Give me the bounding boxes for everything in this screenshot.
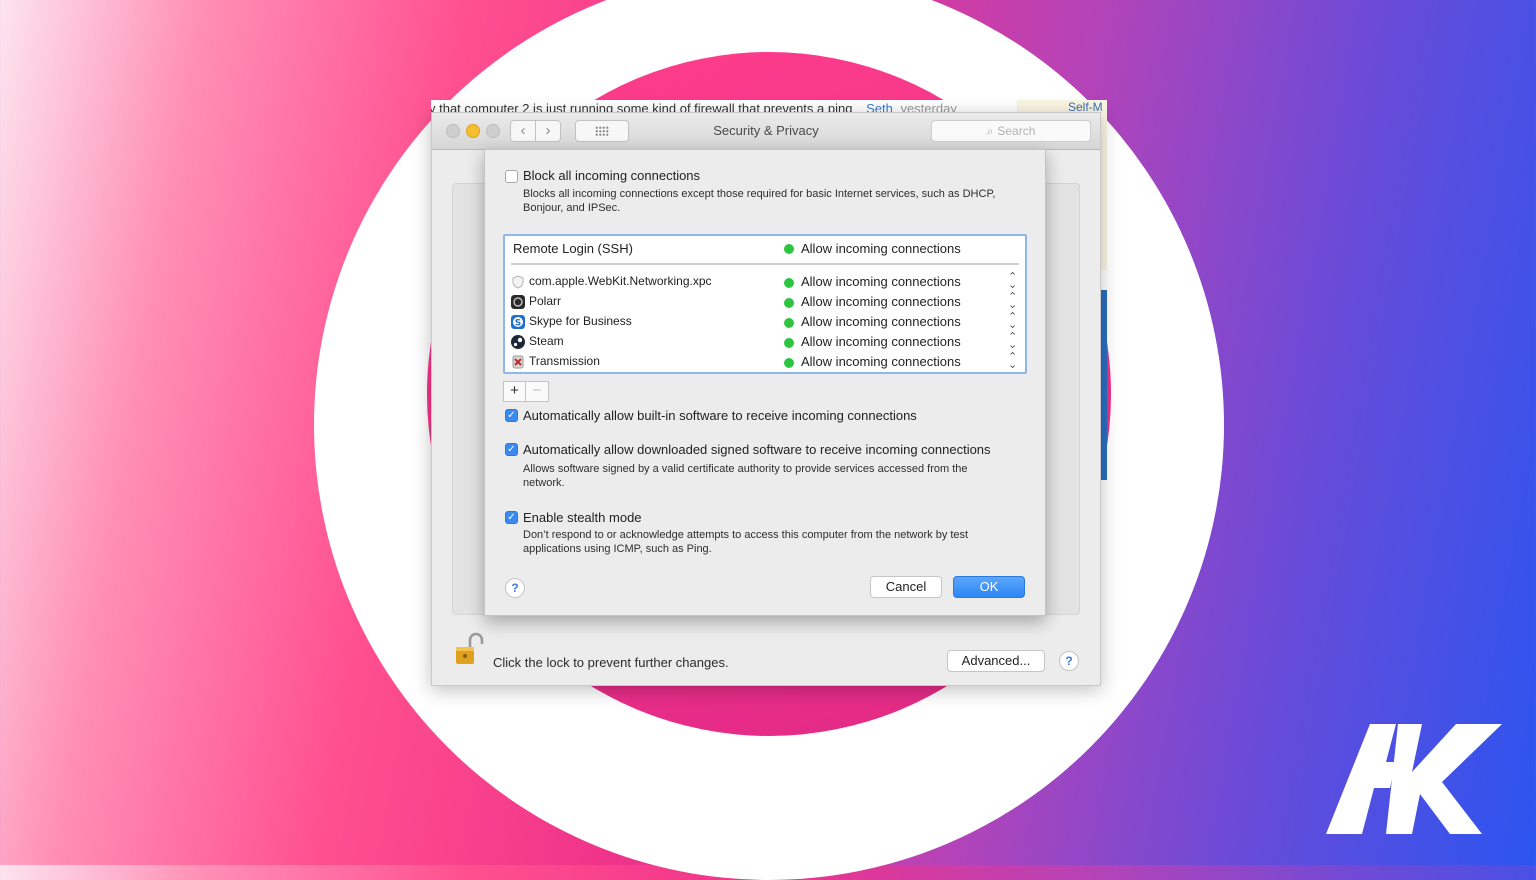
app-name: Transmission xyxy=(529,354,600,368)
list-item[interactable]: Steam Allow incoming connections ⌃ ⌄ xyxy=(505,332,1025,353)
app-name: Skype for Business xyxy=(529,314,632,328)
list-item[interactable]: Polarr Allow incoming connections ⌃ ⌄ xyxy=(505,292,1025,313)
firewall-options-sheet: Block all incoming connections Blocks al… xyxy=(484,149,1046,616)
app-name: Polarr xyxy=(529,294,562,308)
brand-logo: AK xyxy=(1324,722,1502,834)
help-icon: ? xyxy=(1065,654,1073,668)
status-stepper[interactable]: ⌃ ⌄ xyxy=(1008,292,1017,311)
remove-app-button[interactable]: − xyxy=(526,382,548,401)
app-name: com.apple.WebKit.Networking.xpc xyxy=(529,274,712,288)
ok-button[interactable]: OK xyxy=(953,576,1025,598)
connection-status: Allow incoming connections xyxy=(801,274,961,289)
stealth-mode-description: Don’t respond to or acknowledge attempts… xyxy=(523,529,969,555)
list-item[interactable]: S Skype for Business Allow incoming conn… xyxy=(505,312,1025,333)
list-header-name: Remote Login (SSH) xyxy=(513,241,633,256)
block-all-checkbox[interactable] xyxy=(505,170,518,183)
status-stepper[interactable]: ⌃ ⌄ xyxy=(1008,332,1017,351)
auto-allow-builtin-label: Automatically allow built-in software to… xyxy=(523,408,917,423)
status-dot-icon xyxy=(784,244,794,254)
status-stepper[interactable]: ⌃ ⌄ xyxy=(1008,312,1017,331)
search-placeholder: Search xyxy=(997,124,1036,138)
status-dot-icon xyxy=(784,318,794,328)
status-dot-icon xyxy=(784,338,794,348)
list-separator xyxy=(511,263,1019,265)
search-field[interactable]: ⌕ Search xyxy=(931,120,1091,142)
connection-status: Allow incoming connections xyxy=(801,294,961,309)
search-icon: ⌕ xyxy=(986,124,994,138)
polarr-icon xyxy=(511,295,525,309)
firewall-app-list: Remote Login (SSH) Allow incoming connec… xyxy=(503,234,1027,374)
advanced-button[interactable]: Advanced... xyxy=(947,650,1045,672)
add-remove-control: + − xyxy=(503,381,549,402)
auto-allow-signed-label: Automatically allow downloaded signed so… xyxy=(523,442,991,457)
stealth-mode-checkbox[interactable]: ✓ xyxy=(505,511,518,524)
app-name: Steam xyxy=(529,334,564,348)
sheet-help-button[interactable]: ? xyxy=(505,578,525,598)
status-stepper[interactable]: ⌃ ⌄ xyxy=(1008,272,1017,291)
auto-allow-signed-checkbox[interactable]: ✓ xyxy=(505,443,518,456)
help-button[interactable]: ? xyxy=(1059,651,1079,671)
connection-status: Allow incoming connections xyxy=(801,354,961,369)
lock-icon[interactable] xyxy=(454,632,484,666)
list-header-status: Allow incoming connections xyxy=(801,241,961,256)
auto-allow-signed-description: Allows software signed by a valid certif… xyxy=(523,463,968,489)
cancel-button[interactable]: Cancel xyxy=(870,576,942,598)
block-all-description: Blocks all incoming connections except t… xyxy=(523,188,996,214)
auto-allow-builtin-checkbox[interactable]: ✓ xyxy=(505,409,518,422)
list-item[interactable]: com.apple.WebKit.Networking.xpc Allow in… xyxy=(505,272,1025,293)
status-stepper[interactable]: ⌃ ⌄ xyxy=(1008,352,1017,371)
help-icon: ? xyxy=(511,581,519,595)
block-all-label: Block all incoming connections xyxy=(523,168,701,183)
bottom-bar: Click the lock to prevent further change… xyxy=(432,625,1100,685)
list-item[interactable]: Transmission Allow incoming connections … xyxy=(505,352,1025,373)
skype-icon: S xyxy=(511,315,525,329)
connection-status: Allow incoming connections xyxy=(801,334,961,349)
lock-status-text: Click the lock to prevent further change… xyxy=(493,655,729,670)
title-bar: ‹ › Security & Privacy ⌕ Search xyxy=(432,113,1100,150)
add-app-button[interactable]: + xyxy=(504,382,526,401)
status-dot-icon xyxy=(784,298,794,308)
stealth-mode-label: Enable stealth mode xyxy=(523,510,642,525)
shield-icon xyxy=(512,275,524,289)
connection-status: Allow incoming connections xyxy=(801,314,961,329)
brand-logo-text: AK xyxy=(1324,722,1346,726)
status-dot-icon xyxy=(784,278,794,288)
svg-text:S: S xyxy=(515,319,521,329)
status-dot-icon xyxy=(784,358,794,368)
transmission-icon xyxy=(512,355,524,369)
steam-icon xyxy=(511,335,525,349)
